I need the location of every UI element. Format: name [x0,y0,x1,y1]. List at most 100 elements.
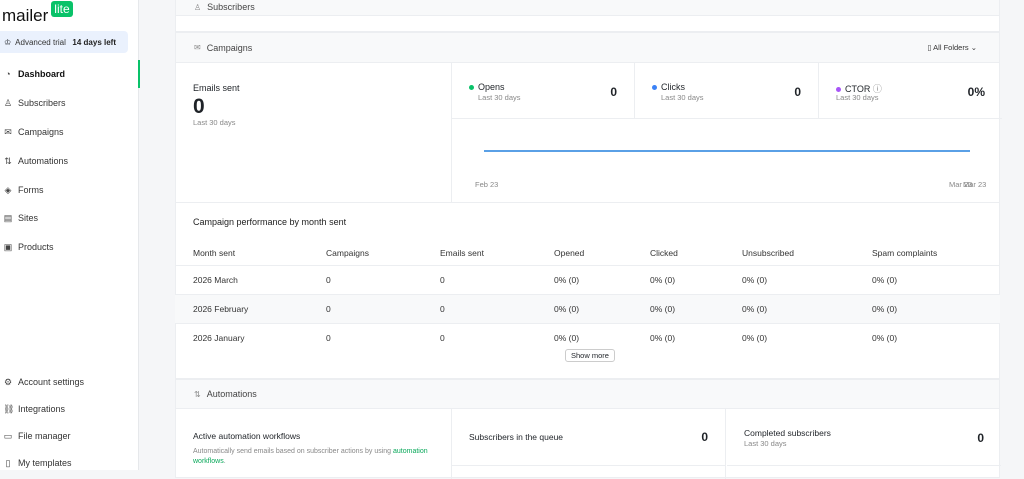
show-more-button[interactable]: Show more [565,349,615,362]
sidebar: mailer lite ♔ Advanced trial 14 days left ◔… [0,0,140,473]
nav-my-templates[interactable]: ▯ My templates [0,453,139,473]
folder-icon: ▭ [3,430,13,441]
stat-period: Last 30 days [836,93,879,102]
nav-label: Automations [18,156,69,166]
table-cell: 0 [440,333,445,343]
opens-dot-icon [469,85,474,90]
chart-line [484,150,970,152]
table-cell: 0 [440,275,445,285]
table-cell: 0% (0) [872,304,898,314]
stat-label: Opens [478,82,505,92]
table-cell: 0% (0) [742,275,768,285]
nav-file-manager[interactable]: ▭ File manager [0,426,139,446]
completed-label: Completed subscribers [744,428,831,438]
column-header: Spam complaints [872,248,938,258]
nav-subscribers[interactable]: ♙ Subscribers [0,93,139,113]
table-cell: 0% (0) [554,333,580,343]
nav-label: Dashboard [18,69,66,79]
column-header: Clicked [650,248,678,258]
nav-integrations[interactable]: ⛓ Integrations [0,399,139,419]
user-icon: ♙ [194,2,202,12]
completed-period: Last 30 days [744,439,787,448]
subscribers-card [175,15,1000,32]
crown-icon: ♔ [4,37,12,47]
chart-x-tick: Mar 23 [963,180,987,189]
table-cell: 0% (0) [872,275,898,285]
emails-sent-period: Last 30 days [193,118,236,127]
table-cell: 0 [326,333,331,343]
emails-sent-value: 0 [193,95,205,118]
description-text: Automatically send emails based on subsc… [193,448,393,455]
user-icon: ♙ [3,97,13,108]
mail-icon: ✉ [4,126,12,137]
logo-badge: lite [51,1,73,17]
sites-icon: ▤ [3,212,13,223]
nav-label: Subscribers [18,98,66,108]
active-workflows-title: Active automation workflows [193,431,301,441]
campaigns-stats: Emails sent 0 Last 30 days Opens Last 30… [175,62,1002,203]
column-header: Opened [554,248,585,258]
table-cell: 0% (0) [554,275,580,285]
stat-period: Last 30 days [478,93,521,102]
section-title: Subscribers [207,2,255,12]
stat-value: 0 [610,85,617,99]
stat-value: 0 [794,85,801,99]
nav-label: Sites [18,213,39,223]
trial-banner[interactable]: ♔ Advanced trial 14 days left [0,31,128,53]
nav-campaigns[interactable]: ✉ Campaigns [0,122,139,142]
folder-dropdown[interactable]: ▯ All Folders ⌄ [927,43,977,52]
column-header: Campaigns [326,248,369,258]
subscribers-header: ♙ Subscribers [175,0,1000,16]
nav-label: Forms [18,185,44,195]
table-cell: 0 [440,304,445,314]
nav-label: Products [18,242,54,252]
stat-period: Last 30 days [661,93,704,102]
section-title: Campaigns [206,42,253,53]
column-header: Month sent [193,248,236,258]
stat-clicks: Clicks Last 30 days 0 [635,63,819,119]
emails-sent-label: Emails sent [193,83,240,93]
nav-account-settings[interactable]: ⚙ Account settings [0,372,139,392]
dashboard-icon: ◔ [5,69,11,79]
table-cell: 0% (0) [742,304,768,314]
table-cell: 0% (0) [742,333,768,343]
stat-value: 0% [967,85,985,99]
stat-ctor: CTOR ⓘ Last 30 days 0% [819,63,1002,119]
forms-icon: ◈ [4,184,12,195]
chart-x-tick: Feb 23 [475,180,499,189]
nav-automations[interactable]: ⇅ Automations [0,151,139,171]
campaigns-header: ✉ Campaigns ▯ All Folders ⌄ [175,32,1000,63]
queue-value: 0 [701,430,708,444]
nav-label: Account settings [18,377,85,387]
nav-label: My templates [18,458,72,468]
trial-days: 14 days left [72,37,116,47]
stat-opens: Opens Last 30 days 0 [452,63,635,119]
column-header: Unsubscribed [742,248,794,258]
nav-forms[interactable]: ◈ Forms [0,180,139,200]
automation-icon: ⇅ [194,389,201,399]
clicks-dot-icon [652,85,657,90]
link-icon: ⛓ [3,403,15,414]
automations-card: Active automation workflows Automaticall… [175,408,1001,479]
table-cell: 2026 March [193,275,238,285]
nav-sites[interactable]: ▤ Sites [0,208,139,228]
table-cell: 0% (0) [650,275,676,285]
table-cell: 0 [326,275,331,285]
stats-panel: Opens Last 30 days 0 Clicks Last 30 days… [451,63,1002,202]
performance-title: Campaign performance by month sent [193,217,347,227]
table-cell: 0% (0) [650,304,676,314]
nav-dashboard[interactable]: ◔ Dashboard [0,60,140,88]
template-icon: ▯ [5,457,11,468]
description-end: . [223,458,226,465]
nav-label: Integrations [18,404,66,414]
table-cell: 0% (0) [650,333,676,343]
logo[interactable]: mailer lite [2,1,73,26]
completed-stat: Completed subscribers Last 30 days 0 [727,409,1001,479]
trial-label: Advanced trial [15,37,66,47]
ctor-dot-icon [836,87,841,92]
workflows-description: Automatically send emails based on subsc… [193,447,443,467]
nav-products[interactable]: ▣ Products [0,237,139,257]
column-header: Emails sent [440,248,484,258]
products-icon: ▣ [3,241,13,252]
table-cell: 0% (0) [554,304,580,314]
